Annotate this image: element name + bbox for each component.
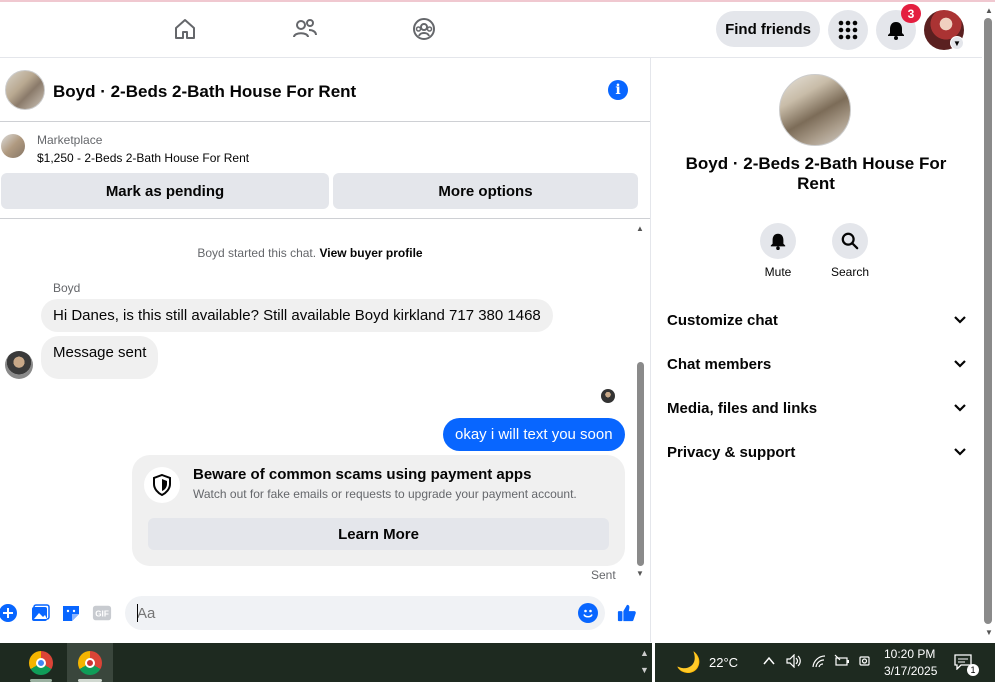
gif-icon[interactable]: GIF [92,603,112,623]
message-bubble-incoming[interactable]: Message sent [41,336,159,379]
chat-start-notice: Boyd started this chat. View buyer profi… [0,246,620,260]
text-caret [137,604,138,622]
home-icon[interactable] [170,14,200,44]
more-options-button[interactable]: More options [333,173,638,209]
accordion-label: Chat members [667,355,772,373]
info-icon[interactable]: i [608,80,628,100]
mute-label: Mute [764,265,792,279]
sender-name: Boyd [53,281,81,295]
temperature[interactable]: 22°C [709,655,738,670]
emoji-icon[interactable] [578,603,598,623]
chevron-down-icon [954,360,966,368]
panel-chat-name: Boyd · 2-Beds 2-Bath House For Rent [685,154,947,193]
chrome-profile-taskbar-icon[interactable] [67,643,113,682]
notification-badge: 3 [901,4,921,23]
chevron-down-icon[interactable]: ▼ [950,36,964,50]
chevron-down-icon [954,404,966,412]
friends-icon[interactable] [290,14,320,44]
message-bubble-outgoing[interactable]: okay i will text you soon [443,418,625,451]
battery-icon[interactable] [834,654,850,671]
search-button[interactable]: Search [820,223,880,279]
listing-thumbnail[interactable] [1,134,25,158]
search-icon [832,223,868,259]
divider [0,218,650,219]
thumbs-up-icon[interactable] [617,603,637,623]
page-scroll-down-arrow-icon[interactable]: ▼ [985,628,993,637]
marketplace-label: Marketplace [37,133,103,147]
bell-icon [888,22,904,40]
camera-icon[interactable] [858,654,872,671]
learn-more-button[interactable]: Learn More [148,518,609,550]
add-plus-icon[interactable] [0,603,18,623]
accordion-label: Customize chat [667,311,778,329]
chat-scrollbar-thumb[interactable] [637,362,644,566]
accordion-customize-chat[interactable]: Customize chat [667,308,967,332]
message-status: Sent [591,568,616,582]
message-bubble-incoming[interactable]: Hi Danes, is this still available? Still… [41,299,553,332]
scroll-down-arrow-icon[interactable]: ▼ [636,569,644,578]
scam-warning-title: Beware of common scams using payment app… [193,466,532,483]
accordion-label: Media, files and links [667,399,818,417]
accordion-privacy-support[interactable]: Privacy & support [667,440,967,464]
page-scrollbar-thumb[interactable] [984,18,992,624]
accordion-label: Privacy & support [667,443,796,461]
accordion-media-files-links[interactable]: Media, files and links [667,396,967,420]
chat-title[interactable]: Boyd · 2-Beds 2-Bath House For Rent [53,82,356,102]
grid-icon [838,20,858,40]
panel-avatar[interactable] [779,74,851,146]
chat-avatar[interactable] [5,70,45,110]
chevron-down-icon [954,448,966,456]
sender-avatar[interactable] [5,351,33,379]
message-input[interactable] [125,596,605,630]
chevron-up-icon[interactable] [763,654,775,669]
shield-icon [144,467,180,503]
scam-warning-card: Beware of common scams using payment app… [132,455,625,566]
speaker-icon[interactable] [786,653,802,671]
gif-label: GIF [95,610,109,619]
view-buyer-profile-link[interactable]: View buyer profile [319,246,422,260]
sticker-icon[interactable] [61,603,81,623]
listing-description[interactable]: $1,250 - 2-Beds 2-Bath House For Rent [37,151,249,165]
taskbar-scroll-arrows[interactable]: ▲ ▼ [640,645,649,679]
menu-grid-button[interactable] [828,10,868,50]
groups-icon[interactable] [409,14,439,44]
read-receipt-avatar [601,389,615,403]
chevron-down-icon [954,316,966,324]
search-label: Search [830,265,870,279]
bell-icon [760,223,796,259]
mark-as-pending-button[interactable]: Mark as pending [1,173,329,209]
accordion-chat-members[interactable]: Chat members [667,352,967,376]
clock-date[interactable]: 3/17/2025 [884,664,937,678]
scroll-up-arrow-icon[interactable]: ▲ [636,224,644,233]
photo-icon[interactable] [30,603,50,623]
wifi-icon[interactable] [811,654,827,671]
find-friends-button[interactable]: Find friends [716,11,820,47]
moon-icon[interactable]: 🌙 [676,650,701,675]
notification-center-count: 1 [967,664,979,676]
chrome-taskbar-icon[interactable] [18,643,64,682]
clock-time[interactable]: 10:20 PM [884,647,935,661]
mute-button[interactable]: Mute [748,223,808,279]
page-scroll-up-arrow-icon[interactable]: ▲ [985,6,993,15]
chat-start-text: Boyd started this chat. [197,246,317,260]
chat-header: Boyd · 2-Beds 2-Bath House For Rent i [0,58,650,122]
scam-warning-subtitle: Watch out for fake emails or requests to… [193,487,577,501]
panel-divider [650,58,651,642]
